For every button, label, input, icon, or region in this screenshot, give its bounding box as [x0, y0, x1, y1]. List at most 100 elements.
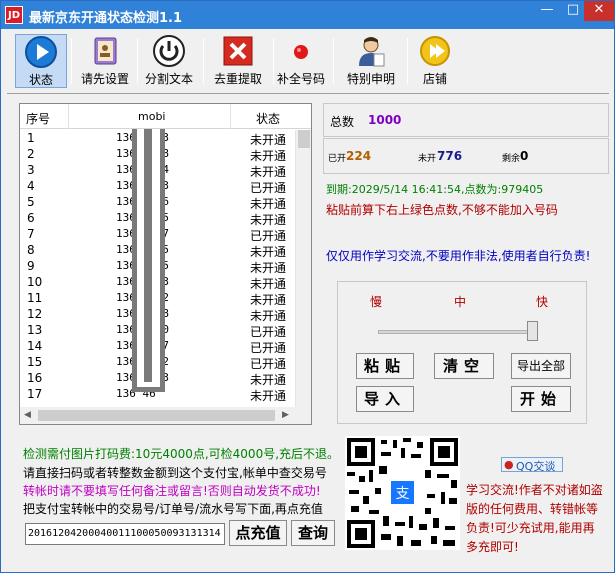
horizontal-scroll-thumb[interactable] [38, 410, 275, 421]
total-label: 总数 [330, 115, 355, 129]
column-divider [230, 104, 231, 129]
query-button[interactable]: 查询 [291, 520, 335, 546]
paste-button[interactable]: 粘贴 [356, 353, 414, 379]
toolbar-label: 店铺 [422, 72, 447, 86]
speed-slider-track[interactable] [378, 330, 538, 334]
qq-chat-label: QQ交谈 [516, 460, 556, 473]
column-header-status[interactable]: 状态 [256, 110, 280, 127]
speed-fast-label: 快 [536, 295, 549, 309]
speed-panel: 慢 中 快 粘贴 清空 导出全部 导入 开始 [337, 281, 587, 424]
row-number: 12 [27, 307, 43, 321]
row-number: 8 [27, 243, 35, 257]
recharge-order-instruction: 把支付宝转帐中的交易号/订单号/流水号写下面,再点充值 [23, 502, 323, 516]
total-value: 1000 [368, 113, 402, 127]
toolbar-label: 特别申明 [346, 72, 395, 86]
window-title: 最新京东开通状态检测1.1 [29, 11, 183, 26]
remaining-value: 0 [520, 149, 529, 163]
remaining-label: 剩余 [502, 154, 521, 164]
jd-app-icon: JD [5, 6, 23, 24]
toolbar-dedupe-button[interactable]: 去重提取 [207, 34, 269, 88]
toolbar-separator [333, 38, 334, 84]
column-divider [68, 104, 69, 129]
toolbar-label: 去重提取 [213, 72, 262, 86]
alipay-qr-code: 支 [345, 436, 460, 550]
row-number: 1 [27, 131, 35, 145]
horizontal-scrollbar[interactable]: ◀ ▶ [20, 407, 311, 424]
row-number: 16 [27, 371, 43, 385]
shop-icon [418, 34, 452, 68]
toolbar-split-text-button[interactable]: 分割文本 [141, 34, 197, 88]
speed-mid-label: 中 [454, 295, 467, 309]
number-list-grid[interactable]: 序号 mobi 状态 1136 4 73未开通2136 5 08未开通3136 … [19, 103, 312, 425]
speed-slow-label: 慢 [370, 295, 383, 309]
toolbar-label: 请先设置 [80, 72, 129, 86]
play-icon [24, 35, 58, 69]
unopened-value: 776 [437, 149, 463, 163]
study-disclaimer: 学习交流!作者不对诸如盗版的任何费用、转错帐等负责!可少充试用,能用再多充即可! [466, 483, 603, 554]
warning-text: 粘贴前算下右上绿色点数,不够不能加入号码 [326, 203, 558, 217]
toolbar-separator [407, 38, 408, 84]
row-number: 7 [27, 227, 35, 241]
recharge-button[interactable]: 点充值 [229, 520, 287, 546]
toolbar-settings-button[interactable]: 请先设置 [77, 34, 133, 88]
row-number: 10 [27, 275, 43, 289]
clear-button[interactable]: 清空 [434, 353, 494, 379]
start-button[interactable]: 开始 [511, 386, 571, 412]
row-number: 9 [27, 259, 35, 273]
delete-x-icon [221, 34, 255, 68]
divider [7, 93, 609, 94]
recharge-instruction-text: 请直接扫码或者转整数金额到这个支付宝,帐单中查交易号 [23, 466, 327, 480]
toolbar-separator [203, 38, 204, 84]
recharge-price-text: 检测需付图片打码费:10元4000点,可检4000号,充后不退。 [23, 447, 340, 461]
row-number: 6 [27, 211, 35, 225]
speed-slider-thumb[interactable] [527, 321, 538, 341]
toolbar-statement-button[interactable]: 特别申明 [341, 34, 401, 88]
person-icon [354, 34, 388, 68]
recharge-section: 检测需付图片打码费:10元4000点,可检4000号,充后不退。 请直接扫码或者… [19, 434, 339, 549]
alipay-logo-icon: 支 [389, 479, 416, 506]
row-number: 5 [27, 195, 35, 209]
expiry-text: 到期:2029/5/14 16:41:54,点数为:979405 [326, 183, 544, 196]
import-button[interactable]: 导入 [356, 386, 414, 412]
minimize-button[interactable]: — [534, 1, 560, 21]
toolbar-complete-number-button[interactable]: 补全号码 [275, 34, 327, 88]
row-status: 未开通 [250, 389, 287, 403]
close-button[interactable]: ✕ [584, 1, 614, 21]
row-number: 4 [27, 179, 35, 193]
column-header-no[interactable]: 序号 [26, 110, 50, 127]
total-panel: 总数 1000 [323, 103, 609, 137]
vertical-scrollbar[interactable] [295, 130, 311, 407]
row-number: 2 [27, 147, 35, 161]
power-icon [152, 34, 186, 68]
toolbar-label: 补全号码 [276, 72, 325, 86]
count-panel: 已开 224 未开 776 剩余 0 [323, 138, 609, 174]
row-number: 13 [27, 323, 43, 337]
red-dot-icon [284, 34, 318, 68]
row-number: 15 [27, 355, 43, 369]
notice-text: 仅仅用作学习交流,不要用作非法,使用者自行负责! [326, 249, 591, 263]
export-all-button[interactable]: 导出全部 [511, 353, 571, 379]
toolbar: 状态 请先设置 分割文本 去重提取 补全号码 特别申明 店铺 [7, 34, 609, 89]
grid-header: 序号 mobi 状态 [20, 104, 311, 129]
toolbar-label: 状态 [28, 73, 53, 87]
vertical-scroll-thumb[interactable] [298, 130, 310, 148]
toolbar-separator [137, 38, 138, 84]
column-header-mobi[interactable]: mobi [138, 110, 165, 123]
maximize-button[interactable]: □ [560, 1, 586, 21]
toolbar-status-button[interactable]: 状态 [15, 34, 67, 88]
row-number: 3 [27, 163, 35, 177]
main-window: JD 最新京东开通状态检测1.1 — □ ✕ 状态 请先设置 分割文本 去重提取… [0, 0, 615, 573]
title-bar[interactable]: JD 最新京东开通状态检测1.1 — □ ✕ [1, 1, 614, 29]
opened-value: 224 [346, 149, 372, 163]
scroll-left-icon[interactable]: ◀ [24, 410, 31, 420]
unopened-label: 未开 [418, 154, 437, 164]
recharge-warning-text: 转帐时请不要填写任何备注或留言!否则自动发货不成功! [23, 484, 321, 498]
toolbar-separator [71, 38, 72, 84]
qq-penguin-icon: ● [504, 458, 514, 471]
qq-chat-button[interactable]: ● QQ交谈 [501, 457, 563, 473]
order-number-input[interactable]: 20161204200040011100050093131314 [25, 523, 225, 545]
scroll-right-icon[interactable]: ▶ [282, 410, 289, 420]
toolbar-shop-button[interactable]: 店铺 [411, 34, 459, 88]
redaction-mask-center [144, 129, 152, 382]
address-book-icon [88, 34, 122, 68]
